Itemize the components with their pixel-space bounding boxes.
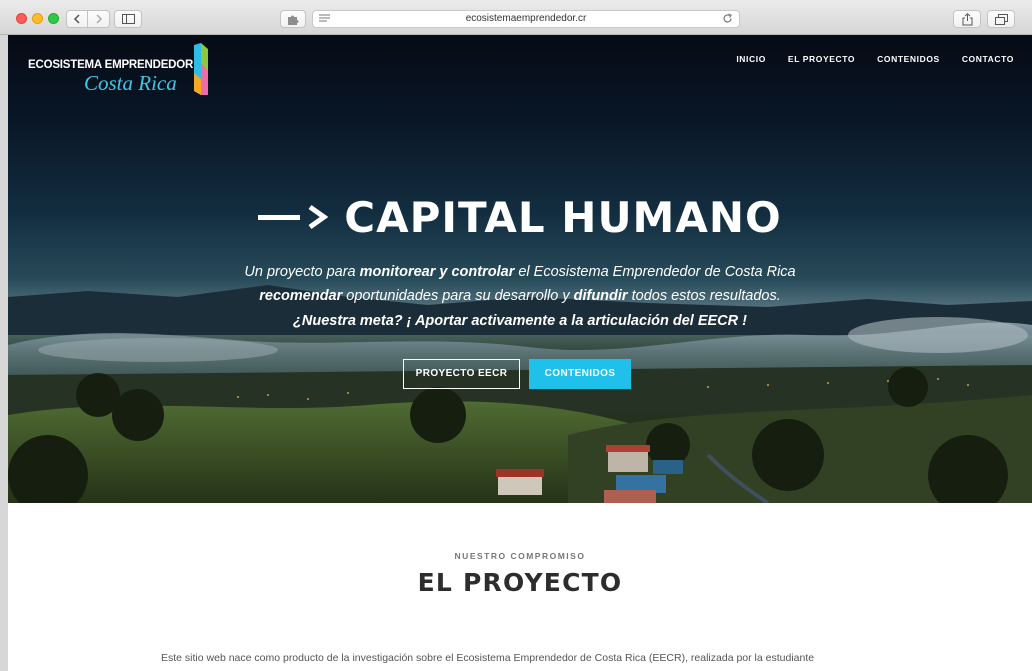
forward-button[interactable] <box>88 10 110 28</box>
section-kicker: NUESTRO COMPROMISO <box>454 551 586 561</box>
hero-subtitle-line-2: recomendar oportunidades para su desarro… <box>259 288 781 304</box>
show-tabs-button[interactable] <box>987 10 1015 28</box>
nav-item-el-proyecto[interactable]: EL PROYECTO <box>788 54 855 64</box>
chevron-left-icon <box>73 14 80 24</box>
hero-subtitle-line-1: Un proyecto para monitorear y controlar … <box>244 264 796 280</box>
logo-line-1: ECOSISTEMA EMPRENDEDOR <box>28 59 194 71</box>
contenidos-button[interactable]: CONTENIDOS <box>529 359 631 389</box>
address-bar[interactable]: ecosistemaemprendedor.cr <box>312 10 740 28</box>
close-window-button[interactable] <box>16 13 27 24</box>
site-logo[interactable]: ECOSISTEMA EMPRENDEDOR Costa Rica <box>28 40 218 96</box>
logo-flag-icon <box>194 43 208 95</box>
minimize-window-button[interactable] <box>32 13 43 24</box>
hero-headline: CAPITAL HUMANO <box>8 193 1032 242</box>
logo-line-2: Costa Rica <box>84 71 177 95</box>
tabs-icon <box>994 13 1008 25</box>
nav-item-contacto[interactable]: CONTACTO <box>962 54 1014 64</box>
web-page: ECOSISTEMA EMPRENDEDOR Costa Rica INICIO… <box>8 35 1032 671</box>
share-button[interactable] <box>953 10 981 28</box>
hero-subtitle-line-3: ¿Nuestra meta? ¡ Aportar activamente a l… <box>293 313 747 329</box>
nav-item-contenidos[interactable]: CONTENIDOS <box>877 54 940 64</box>
sidebar-icon <box>121 14 135 24</box>
url-text: ecosistemaemprendedor.cr <box>465 13 587 24</box>
section-paragraph: Este sitio web nace como producto de la … <box>161 652 815 664</box>
nav-item-inicio[interactable]: INICIO <box>736 54 766 64</box>
main-nav: INICIO EL PROYECTO CONTENIDOS CONTACTO <box>736 54 1014 64</box>
section-title: EL PROYECTO <box>417 568 623 597</box>
arrow-right-icon <box>258 204 329 229</box>
browser-toolbar: ecosistemaemprendedor.cr <box>0 0 1032 35</box>
hero-title-text: CAPITAL HUMANO <box>344 193 782 242</box>
extension-button[interactable] <box>280 10 306 28</box>
sidebar-toggle-button[interactable] <box>114 10 142 28</box>
puzzle-icon <box>287 15 298 25</box>
share-icon <box>962 12 972 25</box>
proyecto-eecr-button[interactable]: PROYECTO EECR <box>403 359 520 389</box>
chevron-right-icon <box>95 14 102 24</box>
reload-icon[interactable] <box>722 13 733 24</box>
back-button[interactable] <box>66 10 88 28</box>
maximize-window-button[interactable] <box>48 13 59 24</box>
hero-section: ECOSISTEMA EMPRENDEDOR Costa Rica INICIO… <box>8 35 1032 503</box>
